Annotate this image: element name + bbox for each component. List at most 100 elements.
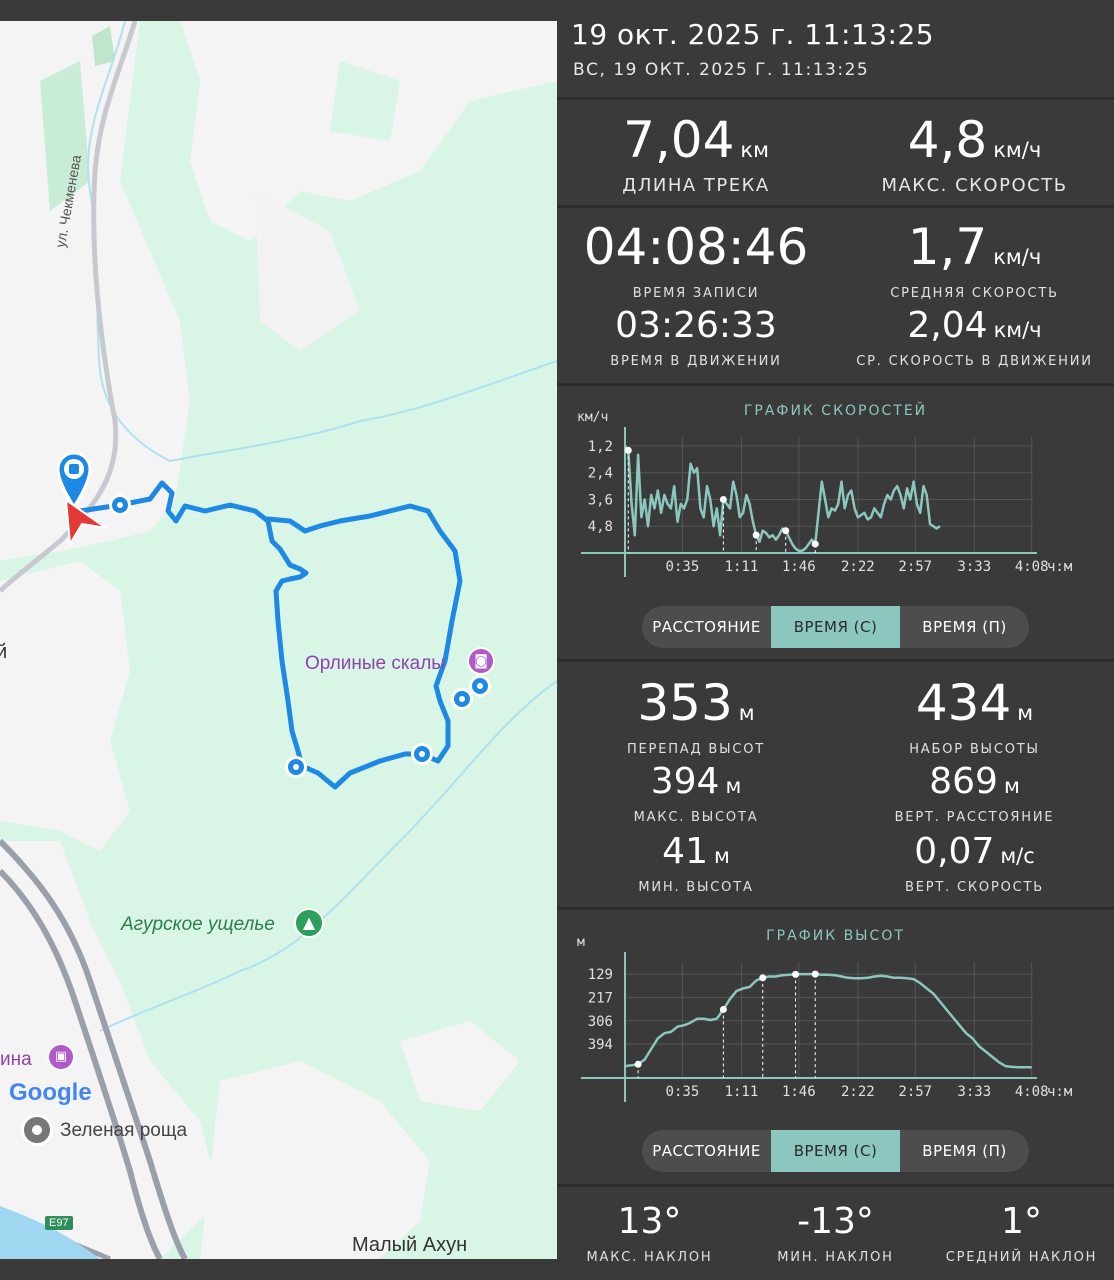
tree-poi-icon[interactable]: ▲ — [294, 908, 324, 938]
vert-speed-value: 0,07 — [914, 831, 995, 872]
y-tick-label: 306 — [588, 1014, 613, 1030]
map-edge-label: й — [0, 641, 8, 663]
divider — [557, 1184, 1114, 1187]
y-tick-label: 3,6 — [588, 492, 613, 508]
x-tick-label: 2:57 — [898, 559, 932, 575]
camera-poi-icon[interactable]: ◙ — [467, 647, 495, 675]
max-speed-label: МАКС. СКОРОСТЬ — [881, 175, 1068, 196]
max-elev-value: 394 — [650, 761, 720, 802]
track-length-stat: 7,04 км ДЛИНА ТРЕКА — [557, 115, 835, 196]
poi-eagle-rocks-label[interactable]: Орлиные скалы — [305, 653, 445, 675]
y-unit-label: м — [577, 935, 585, 950]
elev-gain-stat: 434 м НАБОР ВЫСОТЫ — [835, 678, 1114, 757]
waypoint-icon[interactable] — [411, 743, 433, 765]
avg-slope-stat: 1° СРЕДНИЙ НАКЛОН — [929, 1204, 1114, 1266]
marker-point — [792, 970, 800, 978]
x-tick-label: 2:22 — [841, 559, 875, 575]
track-length-label: ДЛИНА ТРЕКА — [622, 175, 770, 196]
vert-dist-value: 869 — [929, 761, 998, 802]
max-elev-label: МАКС. ВЫСОТА — [633, 810, 759, 825]
x-tick-label: 4:08 — [1015, 559, 1049, 575]
building-poi-icon[interactable]: ▣ — [47, 1043, 75, 1071]
min-slope-label: МИН. НАКЛОН — [777, 1250, 894, 1265]
vert-dist-label: ВЕРТ. РАССТОЯНИЕ — [894, 810, 1055, 825]
vert-dist-stat: 869 м ВЕРТ. РАССТОЯНИЕ — [835, 761, 1114, 826]
x-tick-label: 4:08 — [1015, 1084, 1049, 1100]
place-green-grove-label: Зеленая роща — [60, 1120, 188, 1141]
avg-moving-speed-label: СР. СКОРОСТЬ В ДВИЖЕНИИ — [856, 354, 1093, 369]
speed-chart[interactable]: 4,8 3,6 2,4 1,2 0:35 1:11 1:46 2:22 2:57 3:33 4:08… — [557, 395, 1114, 585]
waypoint-icon[interactable] — [285, 756, 307, 778]
min-elev-stat: 41 м МИН. ВЫСОТА — [557, 831, 835, 896]
google-logo: Google — [9, 1079, 92, 1106]
altitude-chart[interactable]: 394 306 217 129 0:35 1:11 1:46 2:22 2:57 3:33 4:08… — [557, 920, 1114, 1110]
elev-gain-unit: м — [1017, 701, 1034, 725]
poi-partial-label: ина — [0, 1049, 32, 1070]
track-date-subtitle: ВС, 19 ОКТ. 2025 Г. 11:13:25 — [573, 60, 870, 80]
y-tick-label: 1,2 — [588, 439, 613, 455]
x-tick-label: 2:57 — [898, 1084, 932, 1100]
moving-time-label: ВРЕМЯ В ДВИЖЕНИИ — [610, 354, 782, 369]
y-tick-label: 2,4 — [588, 466, 613, 482]
avg-moving-speed-stat: 2,04 км/ч СР. СКОРОСТЬ В ДВИЖЕНИИ — [835, 305, 1114, 370]
max-elev-unit: м — [725, 774, 742, 798]
elev-gain-value: 434 — [915, 674, 1012, 732]
place-pin-icon[interactable] — [21, 1114, 53, 1146]
avg-slope-label: СРЕДНИЙ НАКЛОН — [945, 1250, 1098, 1265]
moving-time-value: 03:26:33 — [615, 305, 777, 346]
altitude-chart-mode-switch[interactable]: РАССТОЯНИЕ ВРЕМЯ (С) ВРЕМЯ (П) — [642, 1130, 1029, 1172]
y-tick-label: 394 — [588, 1037, 613, 1053]
moving-time-stat: 03:26:33 ВРЕМЯ В ДВИЖЕНИИ — [557, 305, 835, 370]
y-tick-label: 129 — [588, 967, 613, 983]
x-unit-label: ч:м — [1047, 559, 1073, 575]
speed-chart-mode-switch[interactable]: РАССТОЯНИЕ ВРЕМЯ (С) ВРЕМЯ (П) — [642, 606, 1029, 648]
elev-diff-stat: 353 м ПЕРЕПАД ВЫСОТ — [557, 678, 835, 757]
y-unit-label: км/ч — [577, 410, 608, 425]
x-tick-label: 1:46 — [782, 1084, 816, 1100]
avg-moving-speed-value: 2,04 — [907, 305, 988, 346]
elev-gain-label: НАБОР ВЫСОТЫ — [909, 742, 1040, 757]
vert-dist-unit: м — [1003, 774, 1020, 798]
min-elev-value: 41 — [662, 831, 708, 872]
avg-speed-label: СРЕДНЯЯ СКОРОСТЬ — [890, 286, 1059, 301]
x-tick-label: 1:46 — [782, 559, 816, 575]
direction-arrow-icon — [64, 498, 107, 548]
vert-speed-unit: м/с — [1000, 844, 1035, 868]
marker-point — [782, 527, 790, 535]
mode-time-c-button[interactable]: ВРЕМЯ (С) — [771, 606, 900, 648]
elev-diff-label: ПЕРЕПАД ВЫСОТ — [626, 742, 766, 757]
y-tick-label: 4,8 — [588, 519, 613, 535]
y-tick-label: 217 — [588, 990, 613, 1006]
x-tick-label: 1:11 — [725, 1084, 759, 1100]
x-tick-label: 0:35 — [666, 1084, 700, 1100]
mode-time-c-button[interactable]: ВРЕМЯ (С) — [771, 1130, 900, 1172]
min-slope-value: -13° — [797, 1201, 874, 1242]
max-slope-label: МАКС. НАКЛОН — [586, 1250, 713, 1265]
mode-time-p-button[interactable]: ВРЕМЯ (П) — [900, 606, 1029, 648]
waypoint-icon[interactable] — [469, 675, 491, 697]
divider — [557, 97, 1114, 100]
map-view[interactable]: ул. Чекменева й Орлиные скалы ◙ Агурское… — [0, 21, 557, 1259]
divider — [557, 383, 1114, 386]
max-elev-stat: 394 м МАКС. ВЫСОТА — [557, 761, 835, 826]
min-elev-label: МИН. ВЫСОТА — [638, 880, 754, 895]
mode-distance-button[interactable]: РАССТОЯНИЕ — [642, 1130, 771, 1172]
max-speed-stat: 4,8 км/ч МАКС. СКОРОСТЬ — [835, 115, 1114, 196]
avg-speed-stat: 1,7 км/ч СРЕДНЯЯ СКОРОСТЬ — [835, 222, 1114, 301]
mode-distance-button[interactable]: РАССТОЯНИЕ — [642, 606, 771, 648]
map-canvas[interactable] — [0, 21, 557, 1259]
poi-agur-gorge-label[interactable]: Агурское ущелье — [121, 914, 275, 936]
record-time-label: ВРЕМЯ ЗАПИСИ — [632, 286, 760, 301]
marker-point — [759, 974, 767, 982]
avg-speed-unit: км/ч — [993, 245, 1042, 269]
waypoint-icon[interactable] — [109, 494, 131, 516]
track-date-title: 19 окт. 2025 г. 11:13:25 — [571, 18, 935, 51]
marker-point — [719, 1005, 727, 1013]
stats-panel: 19 окт. 2025 г. 11:13:25 ВС, 19 ОКТ. 202… — [557, 0, 1114, 1280]
vert-speed-label: ВЕРТ. СКОРОСТЬ — [905, 880, 1044, 895]
x-tick-label: 3:33 — [957, 559, 991, 575]
avg-moving-speed-unit: км/ч — [993, 318, 1042, 342]
marker-point — [719, 495, 727, 503]
mode-time-p-button[interactable]: ВРЕМЯ (П) — [900, 1130, 1029, 1172]
track-length-value: 7,04 — [623, 111, 735, 169]
